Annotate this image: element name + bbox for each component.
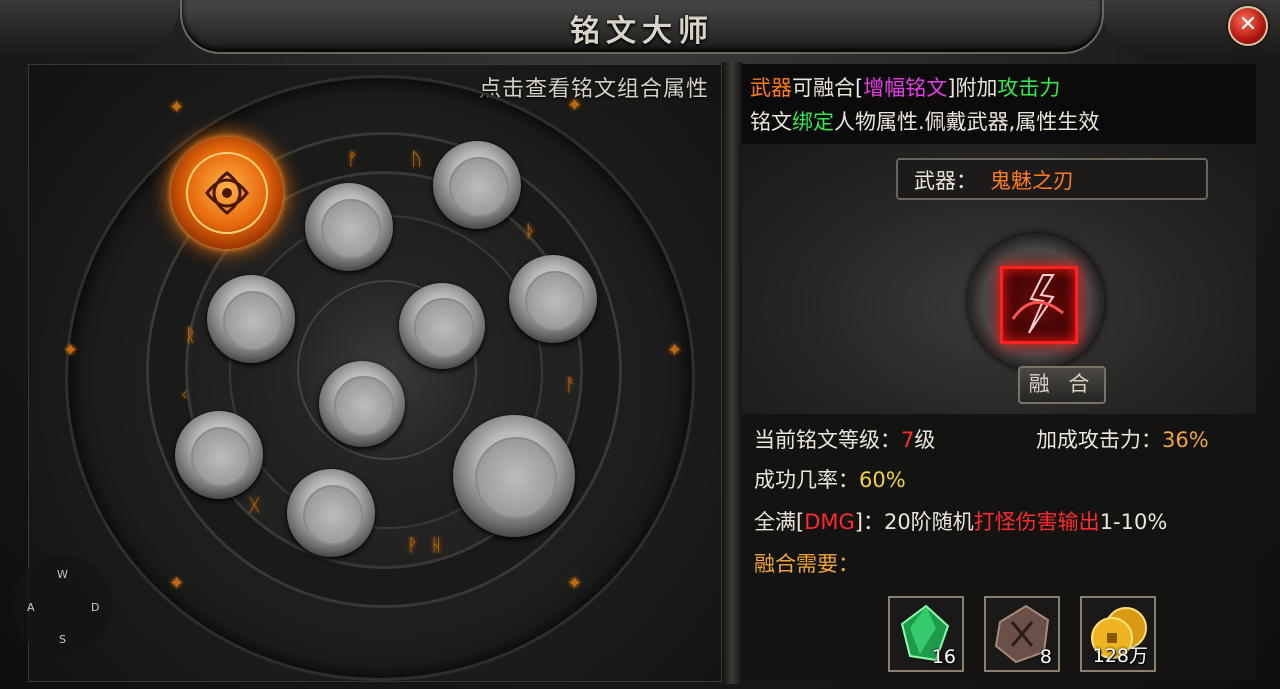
- fuse-button[interactable]: 融 合: [1018, 366, 1106, 404]
- inscription-slot[interactable]: [305, 183, 393, 271]
- lightning-rune-icon[interactable]: [1000, 266, 1078, 344]
- rune-pattern-icon: [222, 290, 284, 352]
- rune-pattern-icon: [190, 426, 252, 488]
- ring-glyph-icon: ✦: [169, 573, 185, 594]
- active-inscription-slot[interactable]: [171, 137, 283, 249]
- ring-glyph-icon: ✦: [169, 97, 185, 118]
- inscription-slot[interactable]: [399, 283, 485, 369]
- game-window: 铭文大师 ✕ 点击查看铭文组合属性 ᚠ ᚢ ᚦ ᚨ ᚱ ᚲ ᚷ ᚹ ᚺ ✦ ✦ …: [0, 0, 1280, 689]
- close-button[interactable]: ✕: [1228, 6, 1268, 46]
- material-count: 16: [931, 646, 956, 668]
- material-slot-ore[interactable]: 8: [984, 596, 1060, 672]
- material-slot-gold[interactable]: 128万: [1080, 596, 1156, 672]
- inscription-slot[interactable]: [319, 361, 405, 447]
- inscription-slot-large[interactable]: [453, 415, 575, 537]
- ring-glyph-icon: ᚢ: [411, 149, 422, 170]
- ring-glyph-icon: ᚨ: [565, 375, 576, 396]
- fusion-description: 武器可融合[增幅铭文]附加攻击力 铭文绑定人物属性.佩戴武器,属性生效: [742, 64, 1256, 144]
- weapon-name-field: 武器： 鬼魅之刃: [896, 158, 1208, 200]
- material-slot-gem[interactable]: 16: [888, 596, 964, 672]
- inscription-slot[interactable]: [175, 411, 263, 499]
- level-row: 当前铭文等级：7级: [754, 428, 936, 452]
- flower-pattern-icon: [474, 436, 558, 520]
- description-line-1: 武器可融合[增幅铭文]附加攻击力: [750, 76, 1061, 100]
- rune-pattern-icon: [448, 156, 510, 218]
- inscription-wheel-panel: 点击查看铭文组合属性 ᚠ ᚢ ᚦ ᚨ ᚱ ᚲ ᚷ ᚹ ᚺ ✦ ✦ ✦ ✦ ✦ ✦: [28, 64, 722, 682]
- compass-right: D: [91, 601, 100, 614]
- inscription-slot[interactable]: [509, 255, 597, 343]
- window-title: 铭文大师: [570, 14, 714, 49]
- title-bar: 铭文大师: [180, 0, 1104, 54]
- ring-glyph-icon: ᚱ: [185, 325, 196, 346]
- bonus-row: 加成攻击力：36%: [1036, 428, 1209, 452]
- rune-pattern-icon: [414, 298, 474, 358]
- movement-compass[interactable]: W A D S: [12, 555, 112, 655]
- left-ornament: [0, 0, 180, 60]
- inscription-slot[interactable]: [207, 275, 295, 363]
- ring-glyph-icon: ✦: [667, 340, 683, 361]
- compass-down: S: [59, 633, 66, 646]
- weapon-socket: [968, 234, 1104, 370]
- description-line-2: 铭文绑定人物属性.佩戴武器,属性生效: [750, 110, 1100, 134]
- combination-hint: 点击查看铭文组合属性: [478, 77, 709, 102]
- compass-left: A: [27, 601, 35, 614]
- weapon-display: 武器： 鬼魅之刃 融 合: [742, 144, 1256, 414]
- full-bonus-row: 全满[DMG]：20阶随机打怪伤害输出1-10%: [754, 510, 1168, 534]
- inscription-slot[interactable]: [433, 141, 521, 229]
- rune-pattern-icon: [334, 376, 394, 436]
- material-count: 8: [1039, 646, 1052, 668]
- ring-glyph-icon: ᚹ: [407, 535, 418, 556]
- ring-glyph-icon: ᚷ: [249, 495, 260, 516]
- ring-glyph-icon: ᚲ: [179, 385, 190, 406]
- ring-glyph-icon: ✦: [567, 573, 583, 594]
- rune-pattern-icon: [320, 198, 382, 260]
- lightning-icon: [1011, 274, 1064, 334]
- material-count: 128万: [1092, 645, 1148, 667]
- success-row: 成功几率：60%: [754, 468, 906, 492]
- ring-glyph-icon: ✦: [567, 95, 583, 116]
- weapon-label: 武器：: [914, 169, 977, 193]
- knot-icon: [186, 152, 268, 234]
- ring-glyph-icon: ᚠ: [347, 149, 358, 170]
- fusion-requirement-label: 融合需要：: [754, 552, 859, 576]
- panel-divider: [722, 62, 742, 684]
- inscription-slot[interactable]: [287, 469, 375, 557]
- ring-glyph-icon: ✦: [63, 340, 79, 361]
- rune-pattern-icon: [302, 484, 364, 546]
- rune-pattern-icon: [524, 270, 586, 332]
- weapon-name: 鬼魅之刃: [990, 169, 1074, 193]
- compass-up: W: [57, 568, 68, 581]
- ring-glyph-icon: ᚺ: [431, 535, 442, 556]
- ring-glyph-icon: ᚦ: [525, 221, 536, 242]
- fusion-panel: 武器可融合[增幅铭文]附加攻击力 铭文绑定人物属性.佩戴武器,属性生效 武器： …: [742, 64, 1256, 680]
